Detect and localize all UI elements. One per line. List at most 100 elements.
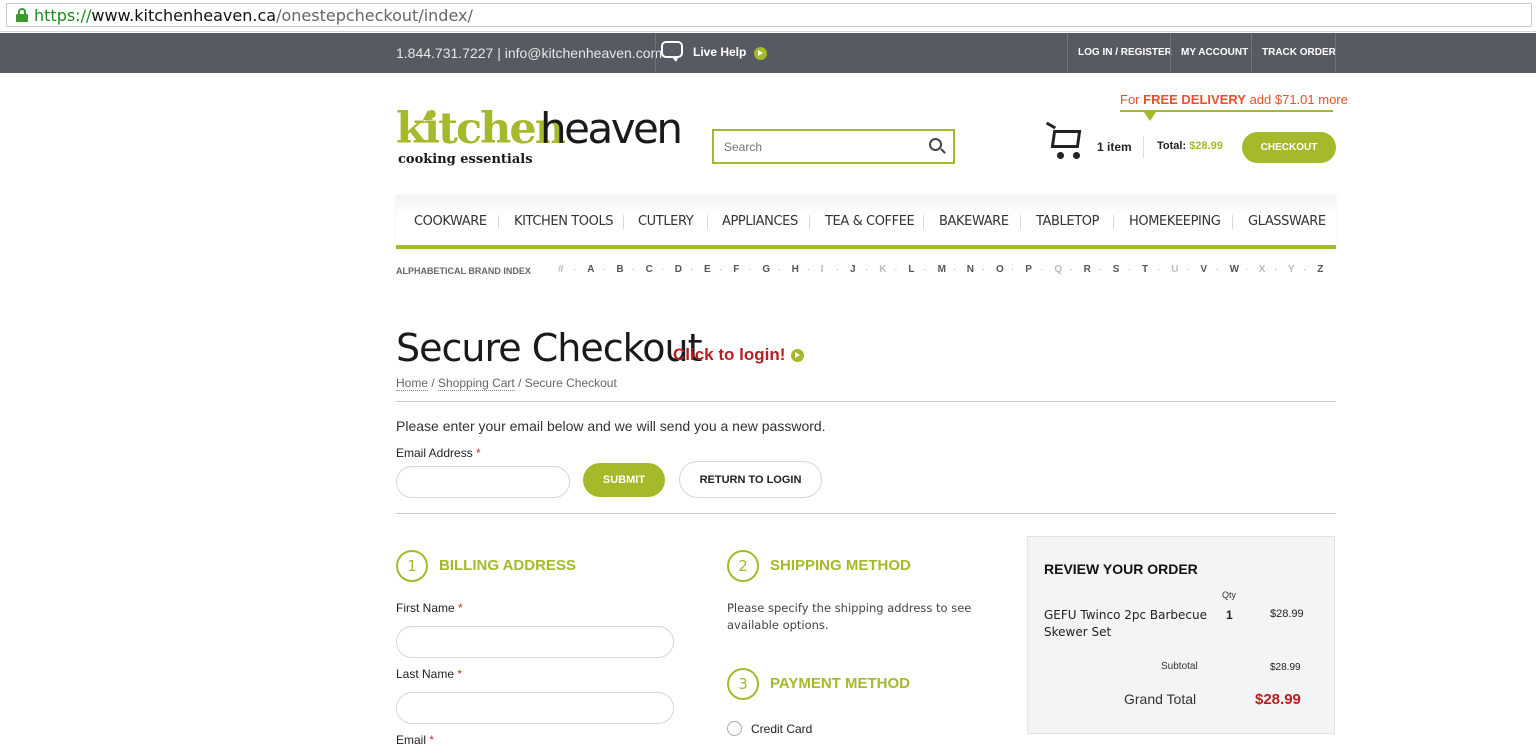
brand-letter-g[interactable]: G: [762, 264, 770, 275]
brand-index-label: ALPHABETICAL BRAND INDEX: [396, 266, 531, 276]
divider: [1251, 33, 1252, 73]
top-bar: 1.844.731.7227 | info@kitchenheaven.com …: [0, 33, 1536, 73]
logo-tagline: cooking essentials: [398, 152, 533, 167]
credit-card-radio[interactable]: [727, 721, 742, 736]
brand-letter-hash: #: [558, 264, 564, 275]
brand-separator: ·: [1303, 264, 1307, 275]
return-to-login-button[interactable]: RETURN TO LOGIN: [679, 461, 822, 498]
brand-separator: ·: [1215, 264, 1219, 275]
nav-appliances[interactable]: APPLIANCES: [722, 214, 798, 229]
brand-letter-f[interactable]: F: [733, 264, 739, 275]
divider: [1067, 33, 1068, 73]
search-input[interactable]: [714, 131, 914, 162]
search-icon[interactable]: [929, 138, 946, 154]
brand-letter-o[interactable]: O: [996, 264, 1004, 275]
divider: [396, 401, 1336, 402]
breadcrumb: Home / Shopping Cart / Secure Checkout: [396, 376, 617, 391]
search-box: [712, 129, 955, 164]
brand-separator: ·: [806, 264, 810, 275]
order-item-price: $28.99: [1270, 608, 1304, 620]
address-field[interactable]: https://www.kitchenheaven.ca/onestepchec…: [6, 3, 1532, 27]
nav-homekeeping[interactable]: HOMEKEEPING: [1129, 214, 1221, 229]
login-register-link[interactable]: LOG IN / REGISTER: [1078, 47, 1172, 58]
brand-letter-r[interactable]: R: [1084, 264, 1091, 275]
brand-letter-w[interactable]: W: [1230, 264, 1239, 275]
brand-separator: ·: [952, 264, 956, 275]
billing-address-heading: BILLING ADDRESS: [439, 557, 576, 574]
nav-glassware[interactable]: GLASSWARE: [1248, 214, 1326, 229]
brand-letter-j[interactable]: J: [850, 264, 856, 275]
brand-letter-e[interactable]: E: [704, 264, 711, 275]
nav-cutlery[interactable]: CUTLERY: [638, 214, 694, 229]
nav-kitchen-tools[interactable]: KITCHEN TOOLS: [514, 214, 614, 229]
track-order-link[interactable]: TRACK ORDER: [1262, 47, 1336, 58]
brand-letter-z[interactable]: Z: [1317, 264, 1323, 275]
brand-separator: ·: [1244, 264, 1248, 275]
submit-button[interactable]: SUBMIT: [583, 463, 665, 497]
step-2-badge: 2: [727, 550, 759, 582]
breadcrumb-current: / Secure Checkout: [514, 376, 617, 390]
brand-separator: ·: [1011, 264, 1015, 275]
chat-bubble-icon[interactable]: [661, 41, 685, 63]
brand-separator: ·: [631, 264, 635, 275]
qty-column-header: Qty: [1222, 590, 1237, 600]
brand-separator: ·: [719, 264, 723, 275]
cart-item-count[interactable]: 1 item: [1097, 140, 1132, 154]
divider: [655, 33, 656, 73]
shopping-cart-icon[interactable]: [1045, 121, 1086, 160]
nav-bakeware[interactable]: BAKEWARE: [939, 214, 1009, 229]
brand-separator: ·: [1127, 264, 1132, 275]
checkout-button[interactable]: CHECKOUT: [1242, 132, 1336, 163]
brand-letter-a[interactable]: A: [587, 264, 594, 275]
nav-cookware[interactable]: COOKWARE: [414, 214, 487, 229]
forgot-email-field[interactable]: [396, 466, 570, 498]
subtotal-label: Subtotal: [1161, 661, 1198, 672]
brand-letter-t[interactable]: T: [1142, 264, 1148, 275]
brand-letter-m[interactable]: M: [938, 264, 946, 275]
divider: [809, 215, 810, 229]
brand-letter-i: I: [820, 264, 824, 275]
arrow-right-icon[interactable]: [791, 349, 804, 362]
brand-letter-d[interactable]: D: [675, 264, 682, 275]
nav-tea-coffee[interactable]: TEA & COFFEE: [825, 214, 915, 229]
url-text[interactable]: https://www.kitchenheaven.ca/onestepchec…: [34, 6, 473, 25]
free-delivery-notice: For FREE DELIVERY add $71.01 more: [1120, 92, 1348, 107]
brand-letter-n[interactable]: N: [967, 264, 974, 275]
credit-card-label[interactable]: Credit Card: [751, 722, 812, 736]
brand-separator: ·: [923, 264, 927, 275]
brand-separator: ·: [981, 264, 986, 275]
brand-letter-h[interactable]: H: [792, 264, 799, 275]
click-to-login-link[interactable]: Click to login!: [673, 345, 785, 365]
divider: [1232, 215, 1233, 229]
brand-letter-b[interactable]: B: [616, 264, 623, 275]
nav-tabletop[interactable]: TABLETOP: [1036, 214, 1099, 229]
brand-letter-s[interactable]: S: [1113, 264, 1120, 275]
breadcrumb-shopping-cart[interactable]: Shopping Cart: [438, 376, 515, 391]
divider: [707, 215, 708, 229]
brand-separator: ·: [894, 264, 898, 275]
brand-separator: ·: [1098, 264, 1102, 275]
brand-letter-v[interactable]: V: [1200, 264, 1207, 275]
last-name-field[interactable]: [396, 692, 674, 724]
browser-url-bar: https://www.kitchenheaven.ca/onestepchec…: [0, 0, 1536, 32]
first-name-label: First Name *: [396, 601, 463, 615]
divider: [1020, 215, 1021, 229]
live-help-link[interactable]: Live Help: [693, 45, 746, 59]
review-order-heading: REVIEW YOUR ORDER: [1044, 561, 1198, 577]
first-name-field[interactable]: [396, 626, 674, 658]
order-item-name: GEFU Twinco 2pc Barbecue Skewer Set: [1044, 608, 1208, 639]
brand-separator: ·: [748, 264, 752, 275]
brand-separator: ·: [602, 264, 606, 275]
divider: [1143, 136, 1144, 158]
brand-separator: ·: [660, 264, 664, 275]
forgot-password-instructions: Please enter your email below and we wil…: [396, 418, 826, 434]
brand-separator: ·: [1157, 264, 1161, 275]
brand-letter-c[interactable]: C: [646, 264, 653, 275]
my-account-link[interactable]: MY ACCOUNT: [1181, 47, 1248, 58]
lock-icon: [16, 8, 28, 22]
brand-letter-y: Y: [1288, 264, 1295, 275]
breadcrumb-home[interactable]: Home: [396, 376, 429, 391]
brand-letter-p[interactable]: P: [1025, 264, 1032, 275]
brand-separator: ·: [1273, 264, 1278, 275]
brand-letter-l[interactable]: L: [908, 264, 914, 275]
